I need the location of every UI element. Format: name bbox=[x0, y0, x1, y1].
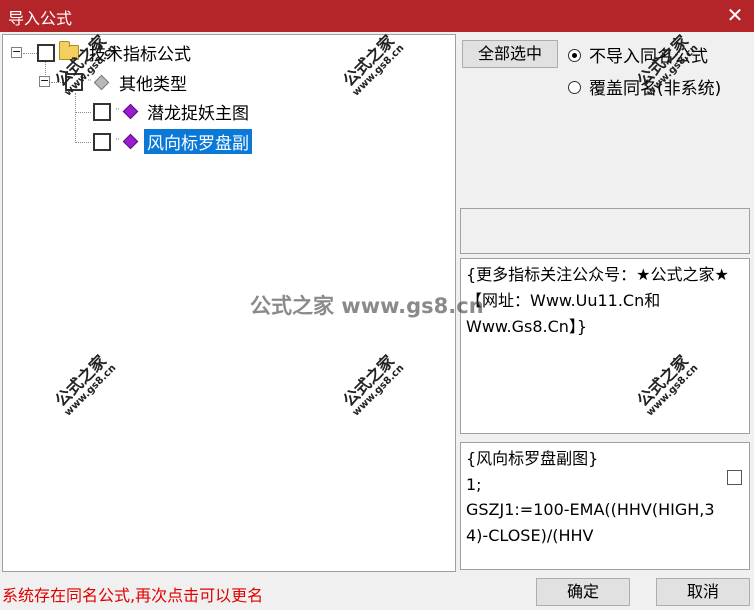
collapse-toggle-root[interactable]: − bbox=[11, 46, 22, 58]
cancel-button[interactable]: 取消 bbox=[656, 578, 750, 606]
tree-node-dots: ·· bbox=[115, 135, 120, 145]
tree-connector bbox=[51, 82, 63, 83]
status-message: 系统存在同名公式,再次点击可以更名 bbox=[2, 586, 264, 605]
tree-node-root-label[interactable]: 技术指标公式 bbox=[89, 40, 191, 65]
description-text: {更多指标关注公众号：★公式之家★ 【网址：Www.Uu11.Cn和Www.Gs… bbox=[466, 265, 734, 336]
code-preview-text: {风向标罗盘副图} 1; GSZJ1:=100-EMA((HHV(HIGH,34… bbox=[466, 449, 715, 545]
radio-overwrite-same-name[interactable]: 覆盖同名(非系统) bbox=[568, 74, 722, 99]
title-bar: 导入公式 ✕ bbox=[0, 0, 754, 32]
tree-item-label[interactable]: 潜龙捉妖主图 bbox=[147, 99, 249, 124]
tree-node-dots: ·· bbox=[115, 105, 120, 115]
radio-label: 不导入同名公式 bbox=[589, 47, 708, 67]
group-icon bbox=[93, 74, 110, 91]
tree-item-label-selected[interactable]: 风向标罗盘副 bbox=[144, 129, 252, 154]
tree-node-group-label[interactable]: 其他类型 bbox=[119, 70, 187, 95]
radio-indicator[interactable] bbox=[568, 48, 581, 62]
tree-connector bbox=[75, 93, 76, 143]
checkbox-item-2[interactable] bbox=[93, 133, 111, 151]
checkbox-root[interactable] bbox=[37, 44, 55, 62]
radio-indicator[interactable] bbox=[568, 80, 581, 94]
radio-label: 覆盖同名(非系统) bbox=[589, 79, 722, 99]
code-preview-checkbox[interactable] bbox=[727, 470, 742, 485]
code-preview-box[interactable]: {风向标罗盘副图} 1; GSZJ1:=100-EMA((HHV(HIGH,34… bbox=[460, 442, 750, 570]
tree-connector bbox=[23, 53, 37, 54]
select-all-button[interactable]: 全部选中 bbox=[462, 40, 558, 68]
tree-connector bbox=[75, 112, 91, 113]
tree-connector bbox=[75, 142, 91, 143]
description-box: {更多指标关注公众号：★公式之家★ 【网址：Www.Uu11.Cn和Www.Gs… bbox=[460, 258, 750, 434]
formula-tree[interactable]: − 技术指标公式 − ·· 其他类型 ·· 潜龙捉妖主图 ·· 风向标罗盘副 bbox=[2, 34, 456, 572]
formula-icon bbox=[122, 133, 139, 150]
folder-icon bbox=[59, 41, 79, 60]
close-icon[interactable]: ✕ bbox=[722, 2, 748, 28]
tree-node-dots: ·· bbox=[87, 76, 92, 86]
formula-icon bbox=[122, 103, 139, 120]
checkbox-group[interactable] bbox=[65, 73, 83, 91]
radio-no-import-same-name[interactable]: 不导入同名公式 bbox=[568, 42, 708, 67]
window-title: 导入公式 bbox=[8, 9, 73, 28]
collapse-toggle-group[interactable]: − bbox=[39, 75, 50, 87]
empty-field bbox=[460, 208, 750, 254]
checkbox-item-1[interactable] bbox=[93, 103, 111, 121]
ok-button[interactable]: 确定 bbox=[536, 578, 630, 606]
